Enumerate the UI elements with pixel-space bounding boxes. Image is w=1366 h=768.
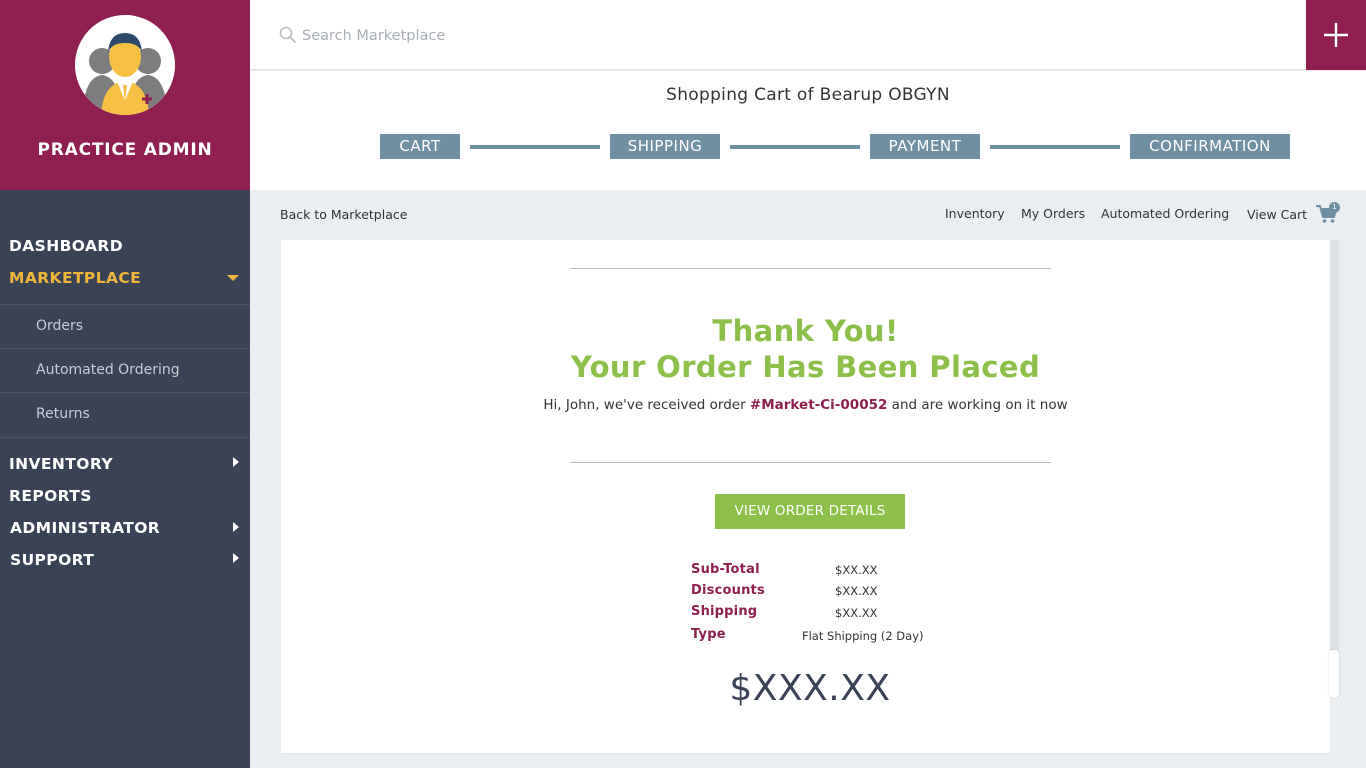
shipping-label: Shipping xyxy=(691,604,758,619)
divider xyxy=(570,462,1051,463)
order-placed-heading: Your Order Has Been Placed xyxy=(570,350,1041,384)
nav-reports[interactable]: REPORTS xyxy=(9,487,92,505)
step-connector xyxy=(990,145,1120,149)
role-title: PRACTICE ADMIN xyxy=(37,140,213,160)
view-order-details-button[interactable]: VIEW ORDER DETAILS xyxy=(715,494,905,529)
nav-inventory[interactable]: INVENTORY xyxy=(9,455,113,473)
discounts-value: $XX.XX xyxy=(835,584,878,598)
chevron-right-icon[interactable] xyxy=(233,457,239,467)
message-suffix: and are working on it now xyxy=(887,397,1068,413)
subtotal-label: Sub-Total xyxy=(691,562,760,577)
order-received-message: Hi, John, we've received order #Market-C… xyxy=(281,397,1330,413)
plus-icon xyxy=(1324,23,1348,47)
nav-sub-orders[interactable]: Orders xyxy=(0,304,250,348)
nav-support[interactable]: SUPPORT xyxy=(10,551,94,569)
my-orders-link[interactable]: My Orders xyxy=(1021,206,1085,221)
chevron-right-icon[interactable] xyxy=(233,522,239,532)
confirmation-card: Thank You! Your Order Has Been Placed Hi… xyxy=(281,240,1330,753)
thank-you-heading: Thank You! xyxy=(712,314,899,348)
scrollbar-track[interactable] xyxy=(1330,240,1339,698)
view-cart-link[interactable]: View Cart xyxy=(1247,207,1307,222)
nav-sub-returns[interactable]: Returns xyxy=(0,392,250,436)
search-icon xyxy=(279,26,297,48)
step-confirmation[interactable]: CONFIRMATION xyxy=(1130,134,1290,159)
step-payment[interactable]: PAYMENT xyxy=(870,134,980,159)
step-connector xyxy=(730,145,860,149)
scrollbar-thumb[interactable] xyxy=(1329,650,1339,698)
sub-navigation: Back to Marketplace Inventory My Orders … xyxy=(250,190,1366,238)
checkout-header: Shopping Cart of Bearup OBGYN CART SHIPP… xyxy=(250,71,1366,190)
nav-marketplace[interactable]: MARKETPLACE xyxy=(9,269,141,287)
inventory-link[interactable]: Inventory xyxy=(945,206,1005,221)
automated-ordering-link[interactable]: Automated Ordering xyxy=(1101,206,1229,221)
add-button[interactable] xyxy=(1306,0,1366,70)
message-prefix: Hi, John, we've received order xyxy=(543,397,750,413)
user-avatar-icon[interactable] xyxy=(75,15,175,115)
cart-count-badge: 1 xyxy=(1329,202,1340,213)
subtotal-value: $XX.XX xyxy=(835,563,878,577)
type-value: Flat Shipping (2 Day) xyxy=(802,629,924,643)
type-label: Type xyxy=(691,627,726,642)
chevron-right-icon[interactable] xyxy=(233,553,239,563)
top-bar xyxy=(250,0,1366,70)
sidebar-header: PRACTICE ADMIN xyxy=(0,0,250,190)
step-shipping[interactable]: SHIPPING xyxy=(610,134,720,159)
chevron-down-icon[interactable] xyxy=(227,275,239,281)
sidebar: PRACTICE ADMIN DASHBOARD MARKETPLACE Ord… xyxy=(0,0,250,768)
shipping-value: $XX.XX xyxy=(835,606,878,620)
step-cart[interactable]: CART xyxy=(380,134,460,159)
divider xyxy=(570,268,1051,269)
order-number: #Market-Ci-00052 xyxy=(749,397,888,413)
search-input[interactable] xyxy=(302,22,902,50)
order-total: $XXX.XX xyxy=(729,668,891,709)
nav-sub-automated-ordering[interactable]: Automated Ordering xyxy=(0,348,250,392)
discounts-label: Discounts xyxy=(691,583,765,598)
page-title: Shopping Cart of Bearup OBGYN xyxy=(666,85,950,105)
nav-divider xyxy=(0,437,250,438)
step-connector xyxy=(470,145,600,149)
nav-dashboard[interactable]: DASHBOARD xyxy=(9,237,123,255)
nav-administrator[interactable]: ADMINISTRATOR xyxy=(10,519,160,537)
back-to-marketplace-link[interactable]: Back to Marketplace xyxy=(280,207,407,222)
